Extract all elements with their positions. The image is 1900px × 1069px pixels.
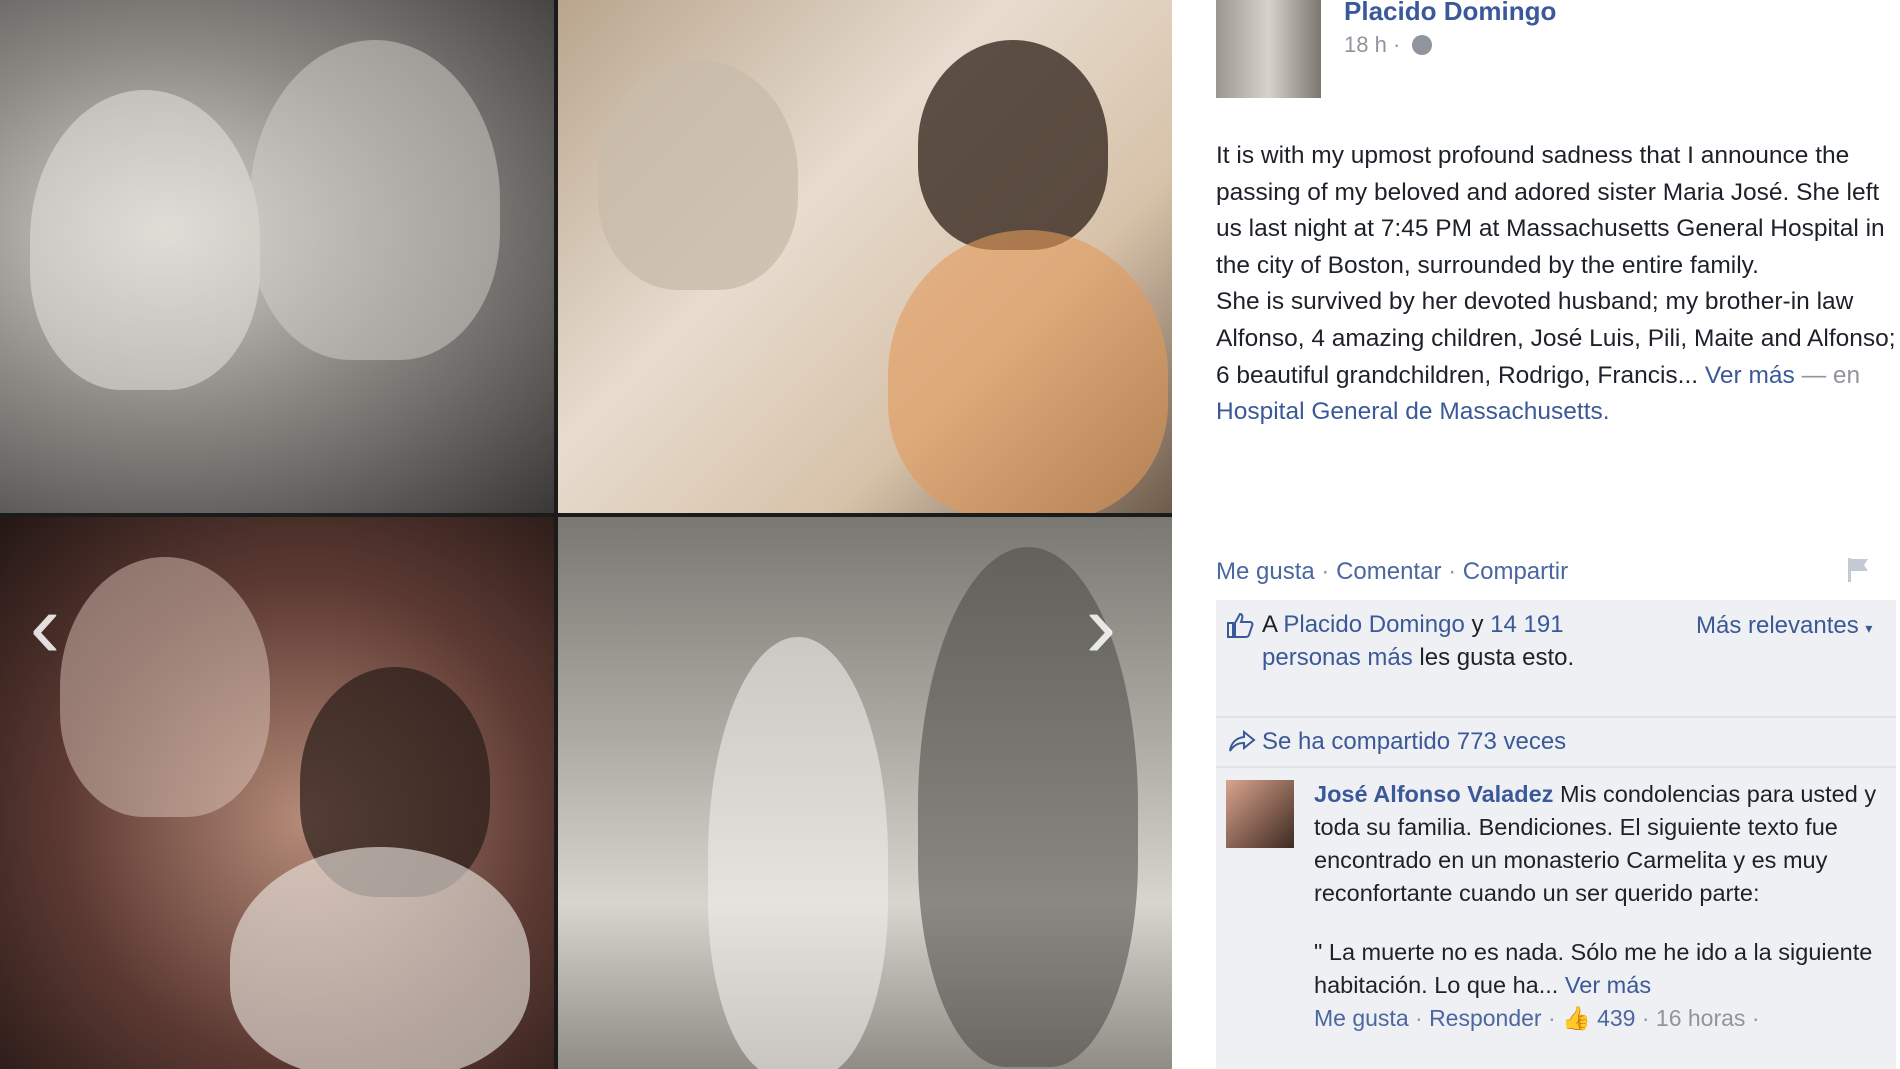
comment-thumbs-up-icon: 👍 — [1562, 1005, 1591, 1031]
gallery-photo-adults-smiling[interactable] — [0, 517, 554, 1069]
comment-reply-button[interactable]: Responder — [1429, 1005, 1542, 1031]
post-meta: 18 h · — [1344, 32, 1433, 58]
flag-icon[interactable] — [1846, 556, 1872, 584]
comment-text: José Alfonso Valadez Mis condolencias pa… — [1314, 778, 1884, 910]
location-link[interactable]: Hospital General de Massachusetts. — [1216, 398, 1610, 425]
chevron-left-icon[interactable]: ‹ — [22, 580, 68, 672]
meta-separator: · — [1392, 32, 1401, 57]
shares-link[interactable]: Se ha compartido 773 veces — [1262, 728, 1566, 756]
likes-conjunction: y — [1471, 611, 1484, 638]
thumbs-up-icon — [1227, 612, 1254, 638]
caret-down-icon: ▾ — [1865, 620, 1873, 636]
gallery-photo-children-portrait[interactable] — [0, 0, 554, 513]
comment-actions: Me gusta · Responder · 👍 439 · 16 horas … — [1314, 1002, 1884, 1035]
sort-label: Más relevantes — [1696, 612, 1859, 639]
photo-gallery: ‹ › — [0, 0, 1172, 1069]
comment-see-more-link[interactable]: Ver más — [1565, 972, 1651, 998]
comment-separator: · — [1547, 1005, 1556, 1031]
post-paragraph-2: She is survived by her devoted husband; … — [1216, 284, 1896, 430]
likes-suffix: les gusta esto. — [1419, 644, 1575, 671]
location-prefix: — en — [1801, 361, 1861, 389]
liker-name-link[interactable]: Placido Domingo — [1283, 611, 1464, 638]
comment-like-count[interactable]: 439 — [1597, 1005, 1635, 1031]
post-paragraph-1: It is with my upmost profound sadness th… — [1216, 142, 1885, 279]
comment-separator: · — [1751, 1005, 1760, 1031]
action-separator: · — [1321, 558, 1330, 585]
comment-like-button[interactable]: Me gusta — [1314, 1005, 1409, 1031]
see-more-link[interactable]: Ver más — [1705, 362, 1795, 389]
shares-summary: Se ha compartido 773 veces — [1216, 718, 1896, 768]
commenter-name[interactable]: José Alfonso Valadez — [1314, 781, 1553, 807]
action-separator: · — [1448, 558, 1457, 585]
author-avatar[interactable] — [1216, 0, 1321, 98]
comment-quote: " La muerte no es nada. Sólo me he ido a… — [1314, 936, 1884, 1002]
comment: José Alfonso Valadez Mis condolencias pa… — [1216, 768, 1896, 1069]
sort-dropdown[interactable]: Más relevantes ▾ — [1696, 612, 1872, 640]
comment-separator: · — [1641, 1005, 1650, 1031]
post-time[interactable]: 18 h — [1344, 32, 1387, 57]
chevron-right-icon[interactable]: › — [1078, 580, 1124, 672]
comment-button[interactable]: Comentar — [1336, 558, 1441, 585]
comment-separator: · — [1415, 1005, 1423, 1031]
likes-text: A Placido Domingo y 14 191 personas más … — [1262, 608, 1622, 674]
likes-prefix: A — [1262, 611, 1277, 638]
globe-icon — [1412, 35, 1433, 55]
likes-summary: A Placido Domingo y 14 191 personas más … — [1216, 600, 1896, 718]
post-author[interactable]: Placido Domingo — [1344, 0, 1556, 27]
comment-time: 16 horas — [1655, 1005, 1746, 1031]
post-text: It is with my upmost profound sadness th… — [1216, 138, 1896, 431]
share-button[interactable]: Compartir — [1463, 558, 1568, 585]
gallery-photo-couple-seated[interactable] — [558, 0, 1172, 513]
like-button[interactable]: Me gusta — [1216, 558, 1315, 585]
post-actions: Me gusta · Comentar · Compartir — [1216, 558, 1568, 586]
commenter-avatar[interactable] — [1226, 780, 1294, 848]
comment-body: José Alfonso Valadez Mis condolencias pa… — [1314, 778, 1884, 1035]
share-icon — [1229, 729, 1256, 752]
